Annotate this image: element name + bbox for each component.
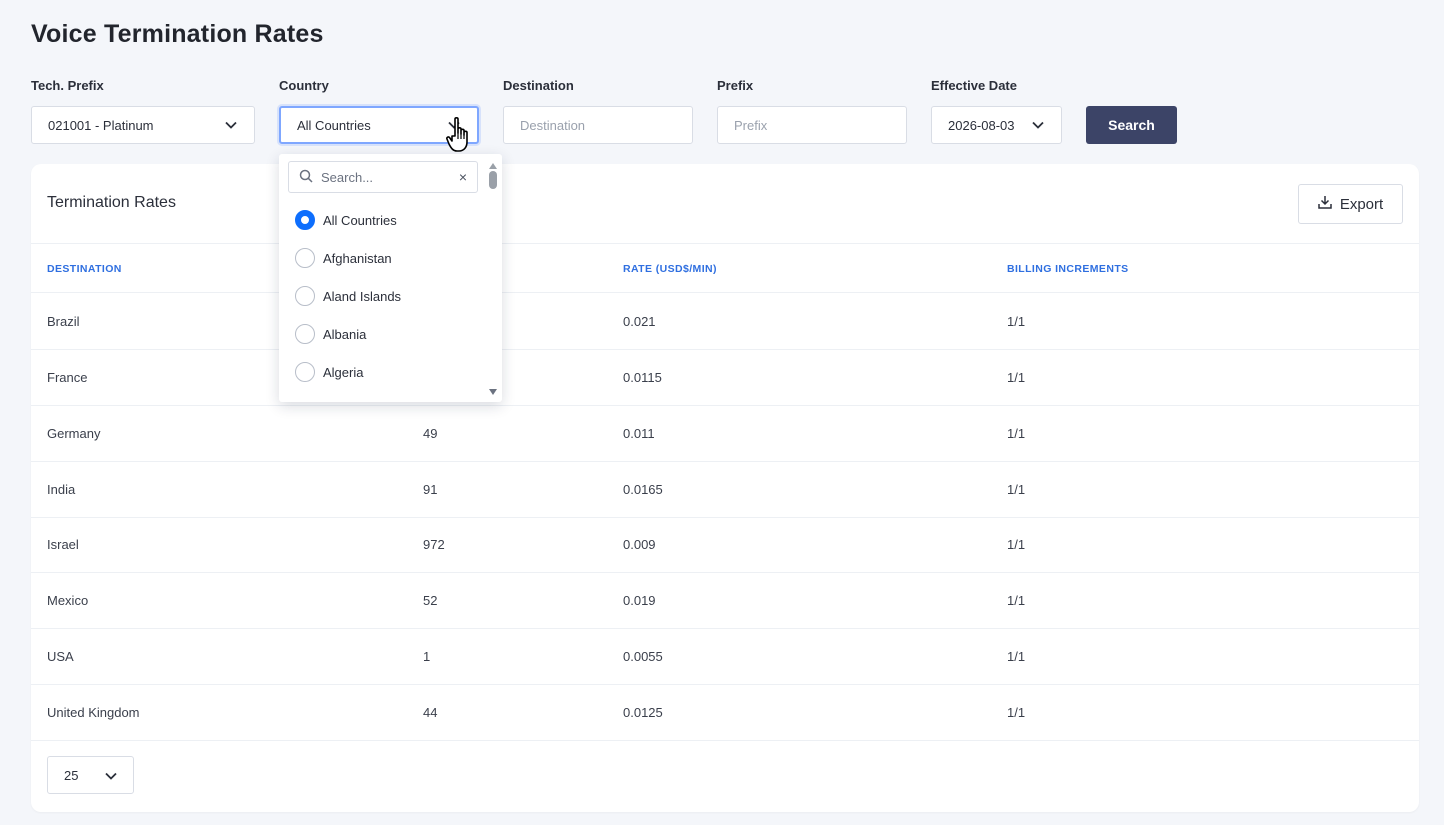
table-row: USA 1 0.0055 1/1 <box>31 629 1419 685</box>
cell-rate: 0.0115 <box>623 370 662 385</box>
clear-icon[interactable]: × <box>459 169 467 185</box>
cell-billing: 1/1 <box>1007 482 1026 497</box>
column-header-destination[interactable]: DESTINATION <box>47 263 122 275</box>
cell-rate: 0.021 <box>623 314 656 329</box>
cell-prefix: 972 <box>423 537 445 552</box>
scroll-down-icon[interactable] <box>489 382 497 400</box>
search-button[interactable]: Search <box>1086 106 1177 144</box>
chevron-down-icon <box>1031 118 1045 132</box>
column-header-billing[interactable]: BILLING INCREMENTS <box>1007 263 1129 275</box>
cell-destination: Israel <box>47 537 79 552</box>
cell-destination: Brazil <box>47 314 80 329</box>
radio-selected[interactable] <box>295 210 315 230</box>
download-icon <box>1318 195 1332 213</box>
page: Voice Termination Rates Tech. Prefix 021… <box>0 0 1444 825</box>
cell-rate: 0.011 <box>623 426 655 441</box>
table-row: France 0.0115 1/1 <box>31 350 1419 406</box>
country-search-placeholder: Search... <box>321 169 374 185</box>
cell-prefix: 91 <box>423 482 438 497</box>
country-option-label: Aland Islands <box>323 288 402 304</box>
cell-billing: 1/1 <box>1007 705 1026 720</box>
table-row: United Kingdom 44 0.0125 1/1 <box>31 685 1419 741</box>
destination-input[interactable]: Destination <box>503 106 693 144</box>
page-size-select[interactable]: 25 <box>47 756 134 794</box>
cell-rate: 0.0125 <box>623 705 663 720</box>
table-header: DESTINATION RATE (USD$/MIN) BILLING INCR… <box>31 243 1419 293</box>
country-option-label: Algeria <box>323 364 364 380</box>
cell-rate: 0.019 <box>623 593 656 608</box>
cell-billing: 1/1 <box>1007 314 1026 329</box>
prefix-input[interactable]: Prefix <box>717 106 907 144</box>
tech-prefix-select[interactable]: 021001 - Platinum <box>31 106 255 144</box>
cell-prefix: 1 <box>423 649 431 664</box>
radio-unselected[interactable] <box>295 362 315 382</box>
card-title: Termination Rates <box>47 194 176 211</box>
country-option[interactable]: Aland Islands <box>295 284 401 308</box>
table-row: Brazil 0.021 1/1 <box>31 294 1419 350</box>
country-value: All Countries <box>297 117 371 133</box>
effective-date-select[interactable]: 2026-08-03 <box>931 106 1062 144</box>
cell-destination: United Kingdom <box>47 705 140 720</box>
termination-rates-card: Termination Rates Export DESTINATION RAT… <box>31 164 1419 812</box>
country-option-label: All Countries <box>323 212 397 228</box>
effective-date-label: Effective Date <box>931 78 1017 93</box>
cell-destination: Mexico <box>47 593 89 608</box>
table-row: Israel 972 0.009 1/1 <box>31 517 1419 573</box>
cell-billing: 1/1 <box>1007 649 1026 664</box>
country-option[interactable]: Algeria <box>295 360 363 384</box>
scroll-thumb[interactable] <box>489 171 497 189</box>
country-option[interactable]: All Countries <box>295 208 397 232</box>
export-label: Export <box>1339 195 1384 213</box>
chevron-down-icon <box>105 768 117 783</box>
cell-rate: 0.0055 <box>623 649 663 664</box>
country-option-label: Albania <box>323 326 367 342</box>
hand-pointer-icon <box>446 116 476 159</box>
chevron-down-icon <box>224 118 238 132</box>
search-icon <box>299 169 313 186</box>
cell-billing: 1/1 <box>1007 426 1026 441</box>
cell-rate: 0.0165 <box>623 482 663 497</box>
prefix-placeholder: Prefix <box>734 117 768 133</box>
table-row: Germany 49 0.011 1/1 <box>31 406 1419 462</box>
cell-destination: Germany <box>47 426 101 441</box>
export-button[interactable]: Export <box>1298 184 1403 224</box>
tech-prefix-value: 021001 - Platinum <box>48 117 154 133</box>
cell-billing: 1/1 <box>1007 593 1026 608</box>
table-row: India 91 0.0165 1/1 <box>31 462 1419 518</box>
radio-unselected[interactable] <box>295 248 315 268</box>
cell-prefix: 49 <box>423 426 438 441</box>
country-dropdown: Search... × All Countries Afghanistan Al… <box>279 154 502 402</box>
cell-rate: 0.009 <box>623 537 656 552</box>
cell-billing: 1/1 <box>1007 537 1026 552</box>
cell-destination: USA <box>47 649 74 664</box>
cell-destination: France <box>47 370 88 385</box>
cell-prefix: 52 <box>423 593 438 608</box>
column-header-rate[interactable]: RATE (USD$/MIN) <box>623 263 717 275</box>
country-option-label: Afghanistan <box>323 250 392 266</box>
page-size-value: 25 <box>64 767 79 783</box>
cell-billing: 1/1 <box>1007 370 1026 385</box>
country-option[interactable]: Afghanistan <box>295 246 392 270</box>
page-title: Voice Termination Rates <box>31 20 324 48</box>
table-row: Mexico 52 0.019 1/1 <box>31 573 1419 629</box>
cell-prefix: 44 <box>423 705 438 720</box>
destination-label: Destination <box>503 78 574 93</box>
radio-unselected[interactable] <box>295 324 315 344</box>
cell-destination: India <box>47 482 76 497</box>
tech-prefix-label: Tech. Prefix <box>31 78 104 93</box>
country-option[interactable]: Albania <box>295 322 366 346</box>
dropdown-scrollbar[interactable] <box>487 154 499 402</box>
destination-placeholder: Destination <box>520 117 586 133</box>
prefix-label: Prefix <box>717 78 754 93</box>
radio-unselected[interactable] <box>295 286 315 306</box>
effective-date-value: 2026-08-03 <box>948 117 1015 133</box>
country-search-input[interactable]: Search... × <box>288 161 478 193</box>
country-label: Country <box>279 78 329 93</box>
